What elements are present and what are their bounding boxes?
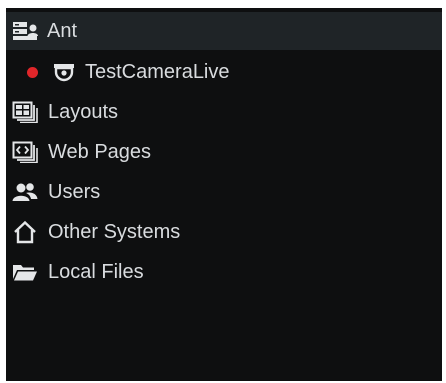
tree-item-server[interactable]: Ant	[6, 12, 442, 50]
camera-icon	[53, 61, 75, 83]
layouts-icon	[11, 101, 39, 123]
tree-item-label: Ant	[47, 19, 78, 42]
tree-item-users[interactable]: Users	[6, 173, 442, 211]
tree-item-camera[interactable]: TestCameraLive	[6, 53, 442, 91]
tree-item-label: TestCameraLive	[85, 60, 230, 83]
recording-status-dot	[27, 66, 38, 78]
tree-item-layouts[interactable]: Layouts	[6, 93, 442, 131]
tree-item-label: Users	[48, 180, 101, 203]
server-icon	[11, 20, 39, 42]
home-icon	[11, 220, 39, 244]
resource-tree-panel: Ant TestCameraLive Layouts Web Pages Use…	[6, 8, 442, 381]
tree-item-label: Local Files	[48, 260, 144, 283]
tree-item-web-pages[interactable]: Web Pages	[6, 133, 442, 171]
tree-item-label: Other Systems	[48, 220, 181, 243]
tree-item-label: Layouts	[48, 100, 119, 123]
users-icon	[11, 181, 39, 203]
web-pages-icon	[11, 141, 39, 163]
tree-item-label: Web Pages	[48, 140, 152, 163]
folder-icon	[11, 261, 39, 283]
tree-item-other-systems[interactable]: Other Systems	[6, 213, 442, 251]
tree-item-local-files[interactable]: Local Files	[6, 253, 442, 291]
